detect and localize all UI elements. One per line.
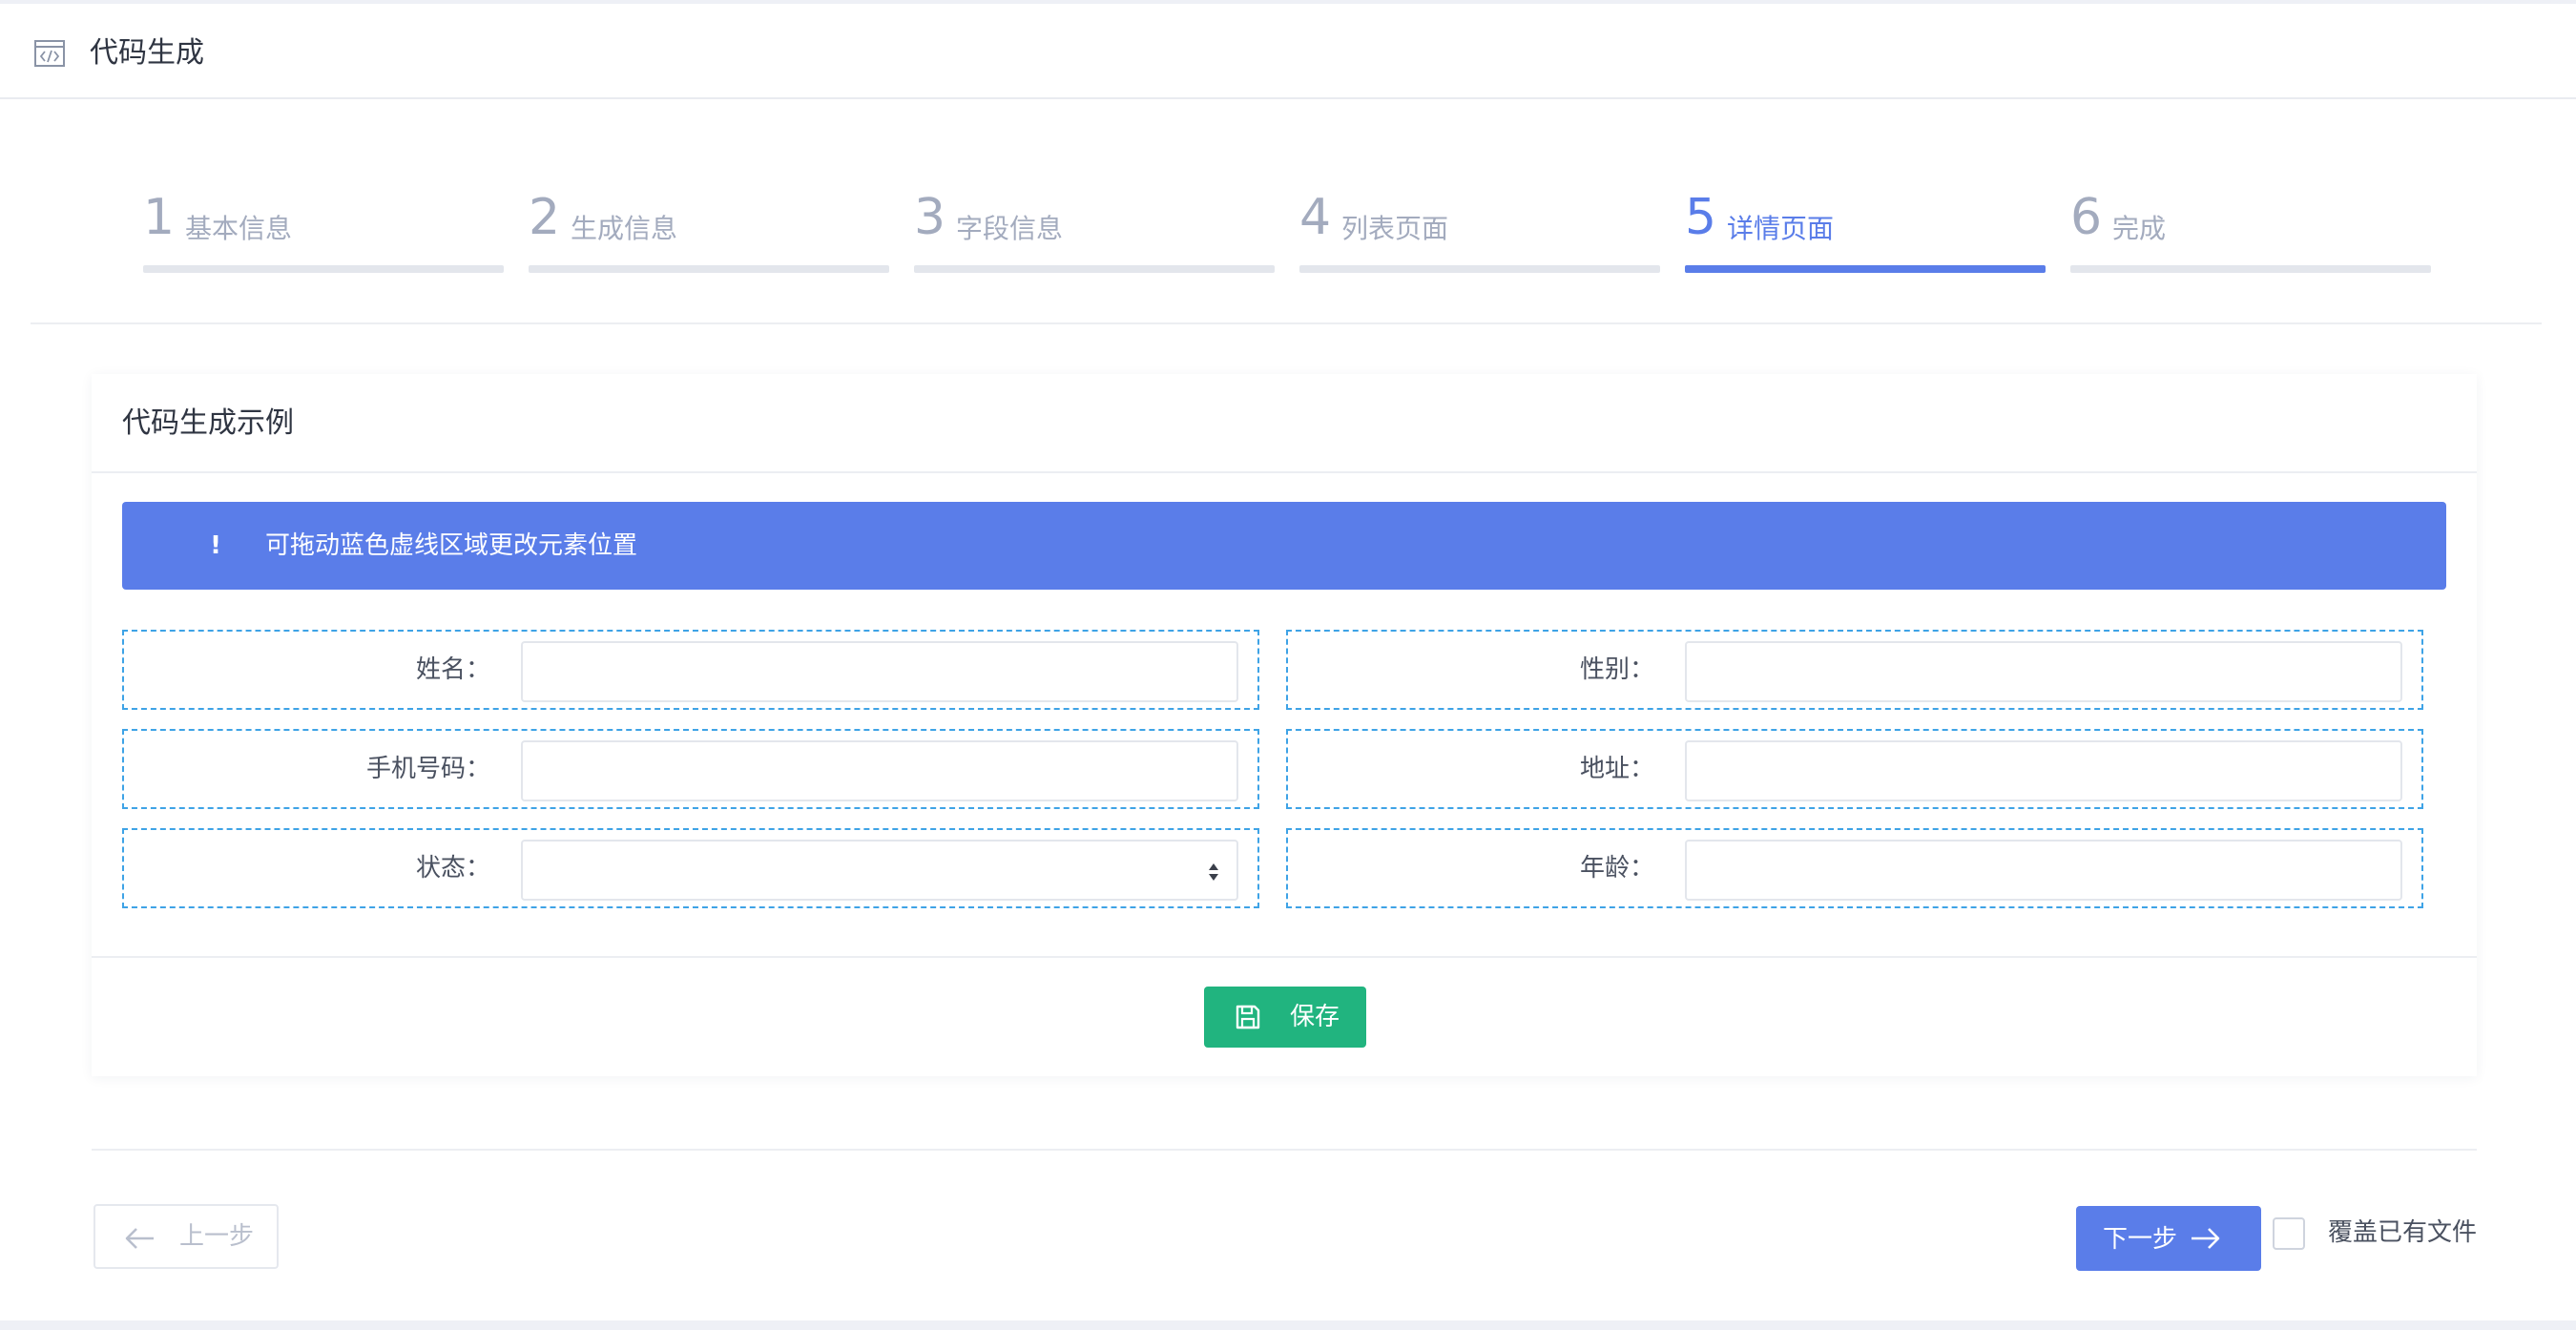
page-header: 代码生成	[0, 4, 2576, 99]
overwrite-checkbox[interactable]	[2273, 1217, 2305, 1250]
field-label: 年龄：	[1579, 854, 1654, 883]
save-icon	[1236, 1005, 1260, 1029]
step-bar	[143, 265, 504, 273]
steps-divider	[31, 322, 2542, 324]
step-detail-page[interactable]: 5 详情页面	[1685, 185, 2046, 277]
step-list-page[interactable]: 4 列表页面	[1299, 185, 1660, 277]
step-generate-info[interactable]: 2 生成信息	[529, 185, 889, 277]
draggable-field-phone[interactable]: 手机号码：	[122, 729, 1259, 809]
preview-card: 代码生成示例 ! 可拖动蓝色虚线区域更改元素位置 姓名： 性别： 手机号码： 地…	[92, 374, 2477, 1076]
step-label: 详情页面	[1727, 213, 1835, 244]
gender-input[interactable]	[1685, 641, 2402, 702]
field-label: 手机号码：	[365, 755, 490, 783]
address-input[interactable]	[1685, 740, 2402, 801]
step-bar	[2070, 265, 2431, 273]
step-number: 3	[914, 189, 946, 246]
steps-nav: 1 基本信息 2 生成信息 3 字段信息 4 列表页面 5 详情页面 6 完成	[143, 185, 2433, 281]
step-label: 字段信息	[956, 213, 1064, 244]
step-bar	[1685, 265, 2046, 273]
step-bar	[1299, 265, 1660, 273]
draggable-field-address[interactable]: 地址：	[1286, 729, 2423, 809]
step-number: 4	[1299, 189, 1332, 246]
card-title: 代码生成示例	[122, 406, 294, 440]
step-number: 2	[529, 189, 561, 246]
page: 代码生成 1 基本信息 2 生成信息 3 字段信息 4 列表页面 5 详情页面	[0, 4, 2576, 1320]
draggable-field-age[interactable]: 年龄：	[1286, 828, 2423, 908]
next-step-label: 下一步	[2103, 1224, 2178, 1253]
save-button[interactable]: 保存	[1204, 987, 1366, 1048]
age-input[interactable]	[1685, 840, 2402, 901]
step-label: 基本信息	[185, 213, 293, 244]
arrow-right-icon	[2192, 1228, 2220, 1249]
draggable-field-gender[interactable]: 性别：	[1286, 630, 2423, 710]
step-number: 1	[143, 189, 176, 246]
arrow-left-icon	[125, 1228, 154, 1249]
save-label: 保存	[1290, 1003, 1340, 1031]
field-label: 状态：	[415, 854, 490, 883]
prev-step-button[interactable]: 上一步	[93, 1204, 279, 1269]
select-caret-icon	[1209, 863, 1218, 881]
step-bar	[914, 265, 1275, 273]
step-basic-info[interactable]: 1 基本信息	[143, 185, 504, 277]
step-label: 生成信息	[571, 213, 678, 244]
status-select[interactable]	[521, 840, 1238, 901]
bottom-divider	[92, 1149, 2477, 1151]
card-header-divider	[92, 471, 2477, 473]
step-finish[interactable]: 6 完成	[2070, 185, 2431, 277]
code-window-icon	[34, 40, 65, 67]
draggable-field-status[interactable]: 状态：	[122, 828, 1259, 908]
field-label: 姓名：	[415, 655, 490, 684]
step-bar	[529, 265, 889, 273]
next-step-button[interactable]: 下一步	[2076, 1206, 2261, 1271]
prev-step-label: 上一步	[179, 1222, 255, 1251]
card-footer-divider	[92, 956, 2477, 958]
step-field-info[interactable]: 3 字段信息	[914, 185, 1275, 277]
page-title: 代码生成	[90, 36, 204, 70]
info-alert: ! 可拖动蓝色虚线区域更改元素位置	[122, 502, 2446, 590]
field-label: 地址：	[1579, 755, 1654, 783]
field-label: 性别：	[1579, 655, 1654, 684]
step-label: 完成	[2112, 213, 2167, 244]
step-number: 5	[1685, 189, 1717, 246]
draggable-field-name[interactable]: 姓名：	[122, 630, 1259, 710]
overwrite-label[interactable]: 覆盖已有文件	[2328, 1216, 2477, 1250]
phone-input[interactable]	[521, 740, 1238, 801]
exclamation-icon: !	[210, 531, 221, 560]
step-number: 6	[2070, 189, 2103, 246]
step-label: 列表页面	[1341, 213, 1449, 244]
name-input[interactable]	[521, 641, 1238, 702]
alert-text: 可拖动蓝色虚线区域更改元素位置	[265, 531, 638, 560]
